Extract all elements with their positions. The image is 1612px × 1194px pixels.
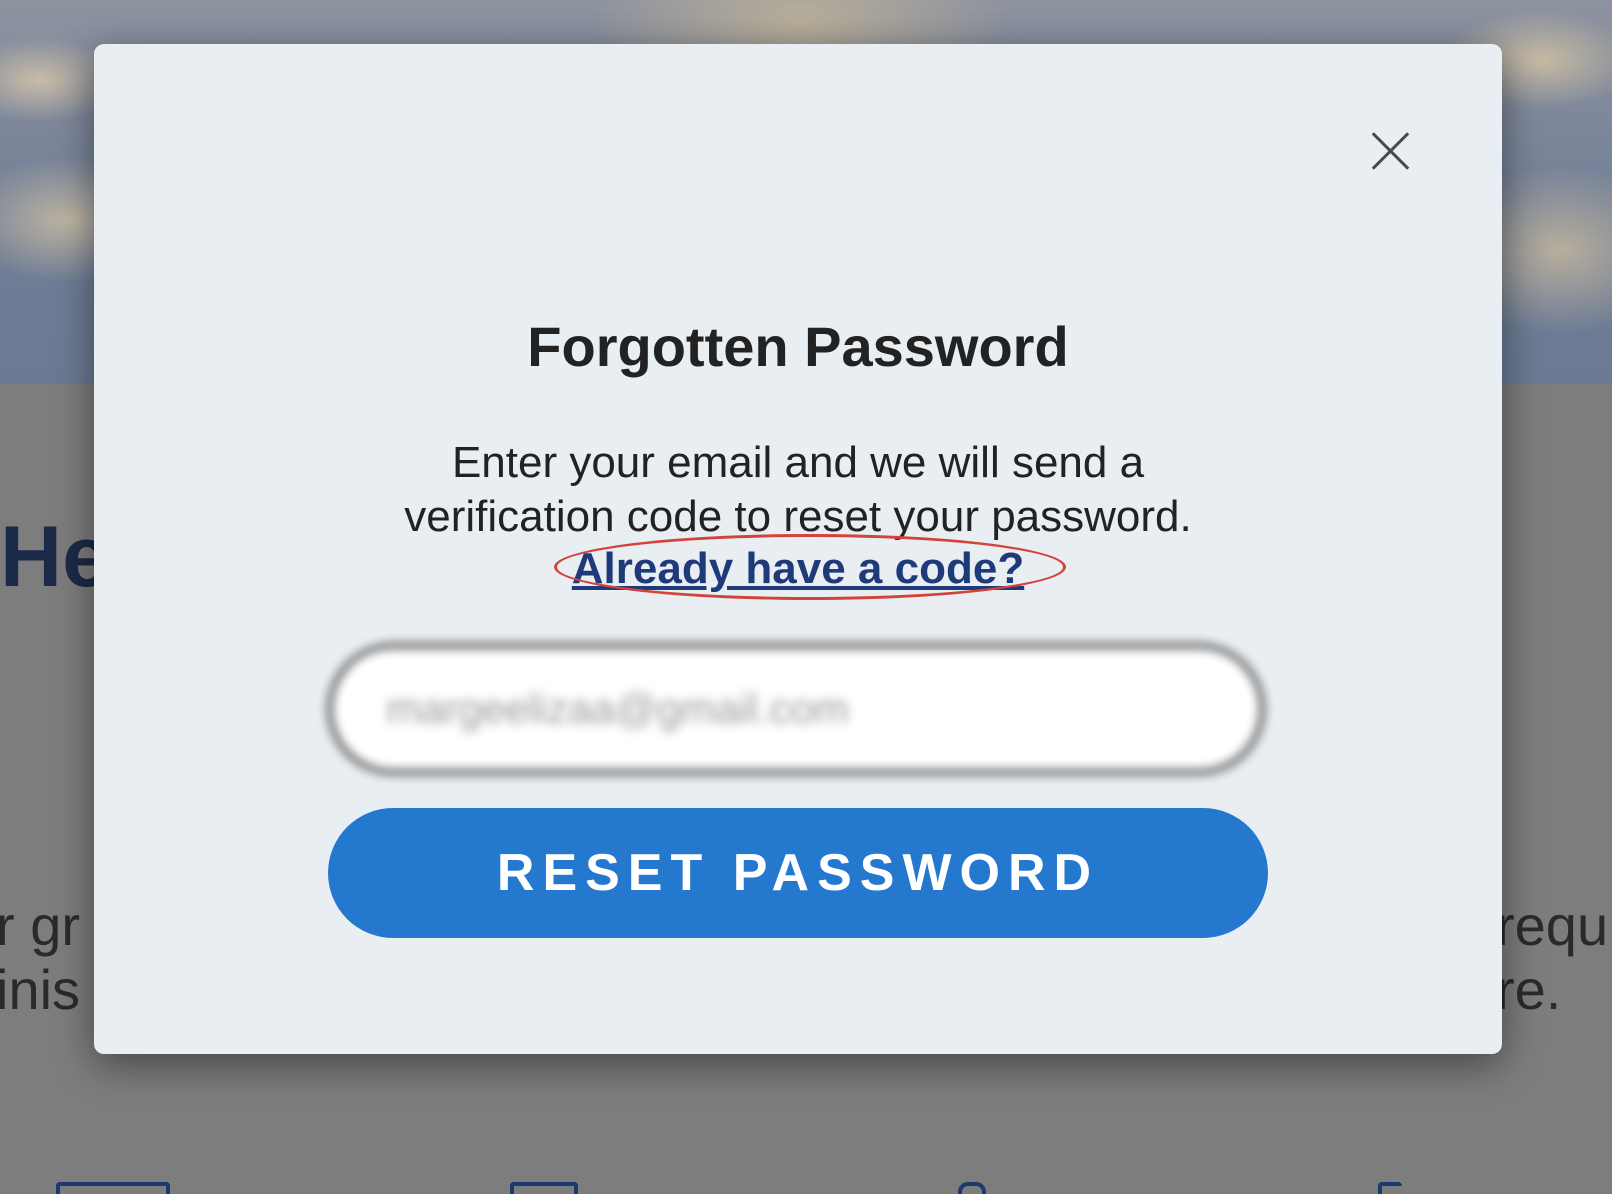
background-text-left-line1: r gr (0, 894, 80, 957)
background-text-right-line2: re. (1496, 958, 1562, 1021)
email-field[interactable] (328, 644, 1264, 774)
background-text-right: requ re. (1496, 894, 1608, 1022)
already-have-code-link-label: Already have a code? (571, 544, 1025, 593)
forgotten-password-modal: Forgotten Password Enter your email and … (94, 44, 1502, 1054)
modal-description-line2: verification code to reset your password… (404, 492, 1192, 541)
modal-title: Forgotten Password (527, 315, 1069, 378)
background-feature-icon (56, 1182, 170, 1194)
code-link-container: Already have a code? (94, 534, 1502, 600)
close-icon[interactable] (1360, 120, 1420, 180)
background-text-right-line1: requ (1496, 894, 1609, 957)
background-feature-icon (510, 1182, 578, 1194)
background-feature-icon (1378, 1182, 1402, 1194)
modal-description: Enter your email and we will send a veri… (94, 436, 1502, 544)
reset-password-button[interactable]: RESET PASSWORD (328, 808, 1268, 938)
modal-description-line1: Enter your email and we will send a (451, 438, 1145, 487)
background-text-left-line2: inis (0, 958, 81, 1021)
background-feature-icon (958, 1182, 986, 1194)
page: He l. r gr inis requ re. Forgotten Passw… (0, 0, 1612, 1194)
already-have-code-link[interactable]: Already have a code? (553, 534, 1066, 600)
background-text-left: r gr inis (0, 894, 80, 1022)
